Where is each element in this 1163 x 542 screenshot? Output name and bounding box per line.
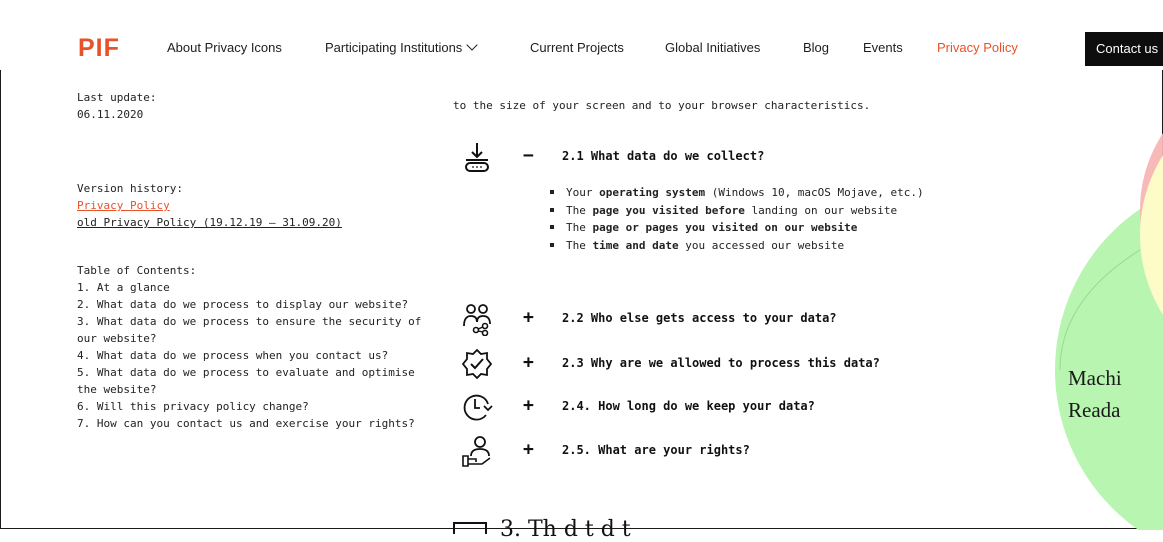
chevron-down-icon [466, 39, 478, 51]
list-item: Your operating system (Windows 10, macOS… [550, 184, 924, 202]
expand-toggle[interactable]: + [523, 397, 534, 415]
version-link-old[interactable]: old Privacy Policy (19.12.19 – 31.09.20) [77, 214, 342, 231]
section-2-2[interactable]: + 2.2 Who else gets access to your data? [460, 302, 1000, 336]
nav-about-privacy-icons[interactable]: About Privacy Icons [167, 40, 282, 56]
toc-item[interactable]: 7. How can you contact us and exercise y… [77, 415, 422, 432]
list-item: The page you visited before landing on o… [550, 202, 924, 220]
download-device-icon [465, 143, 489, 172]
list-item: The page or pages you visited on our web… [550, 219, 924, 237]
site-header: PIF About Privacy Icons Participating In… [0, 0, 1163, 70]
section-2-3[interactable]: + 2.3 Why are we allowed to process this… [460, 347, 1000, 381]
nav-participating-institutions[interactable]: Participating Institutions [325, 39, 478, 56]
toc-item[interactable]: 5. What data do we process to evaluate a… [77, 364, 422, 398]
last-update-label: Last update: [77, 91, 157, 104]
nav-events[interactable]: Events [863, 40, 903, 56]
nav-blog[interactable]: Blog [803, 40, 829, 56]
section-2-1[interactable]: − 2.1 What data do we collect? [460, 140, 1000, 174]
last-update-value: 06.11.2020 [77, 108, 144, 121]
toc-item[interactable]: 1. At a glance [77, 279, 422, 296]
site-logo[interactable]: PIF [78, 34, 120, 62]
contact-us-button[interactable]: Contact us [1085, 32, 1163, 66]
last-update: Last update: 06.11.2020 [77, 89, 156, 123]
section-title[interactable]: 2.1 What data do we collect? [562, 149, 764, 163]
data-collected-list: Your operating system (Windows 10, macOS… [550, 184, 924, 254]
section-title[interactable]: 2.2 Who else gets access to your data? [562, 311, 837, 325]
expand-toggle[interactable]: + [523, 441, 534, 459]
nav-participating-institutions-label: Participating Institutions [325, 40, 463, 55]
nav-privacy-policy[interactable]: Privacy Policy [937, 40, 1018, 56]
intro-line: to the size of your screen and to your b… [453, 99, 871, 112]
venn-label-line1: Machi [1068, 366, 1122, 390]
clock-icon [463, 394, 493, 421]
section-title[interactable]: 2.4. How long do we keep your data? [562, 399, 815, 413]
toc-item[interactable]: 2. What data do we process to display ou… [77, 296, 422, 313]
section-3-icon [453, 522, 487, 534]
nav-current-projects[interactable]: Current Projects [530, 40, 624, 56]
table-of-contents: Table of Contents: 1. At a glance 2. Wha… [77, 262, 422, 432]
expand-toggle[interactable]: + [523, 354, 534, 372]
verified-badge-icon [461, 348, 493, 380]
person-hand-icon [462, 436, 491, 467]
venn-label-line2: Reada [1068, 398, 1121, 422]
venn-diagram [1055, 133, 1163, 530]
toc-item[interactable]: 4. What data do we process when you cont… [77, 347, 422, 364]
toc-label: Table of Contents: [77, 264, 197, 277]
section-title[interactable]: 2.5. What are your rights? [562, 443, 750, 457]
version-history-label: Version history: [77, 182, 183, 195]
expand-toggle[interactable]: + [523, 309, 534, 327]
collapse-toggle[interactable]: − [523, 147, 534, 165]
toc-item[interactable]: 3. What data do we process to ensure the… [77, 313, 422, 347]
list-item: The time and date you accessed our websi… [550, 237, 924, 255]
version-link-current[interactable]: Privacy Policy [77, 197, 342, 214]
people-share-icon [463, 304, 491, 336]
section-2-5[interactable]: + 2.5. What are your rights? [460, 434, 1000, 468]
nav-global-initiatives[interactable]: Global Initiatives [665, 40, 760, 56]
version-history: Version history: Privacy Policy old Priv… [77, 180, 342, 231]
toc-item[interactable]: 6. Will this privacy policy change? [77, 398, 422, 415]
section-title[interactable]: 2.3 Why are we allowed to process this d… [562, 356, 880, 370]
section-2-4[interactable]: + 2.4. How long do we keep your data? [460, 390, 1000, 424]
